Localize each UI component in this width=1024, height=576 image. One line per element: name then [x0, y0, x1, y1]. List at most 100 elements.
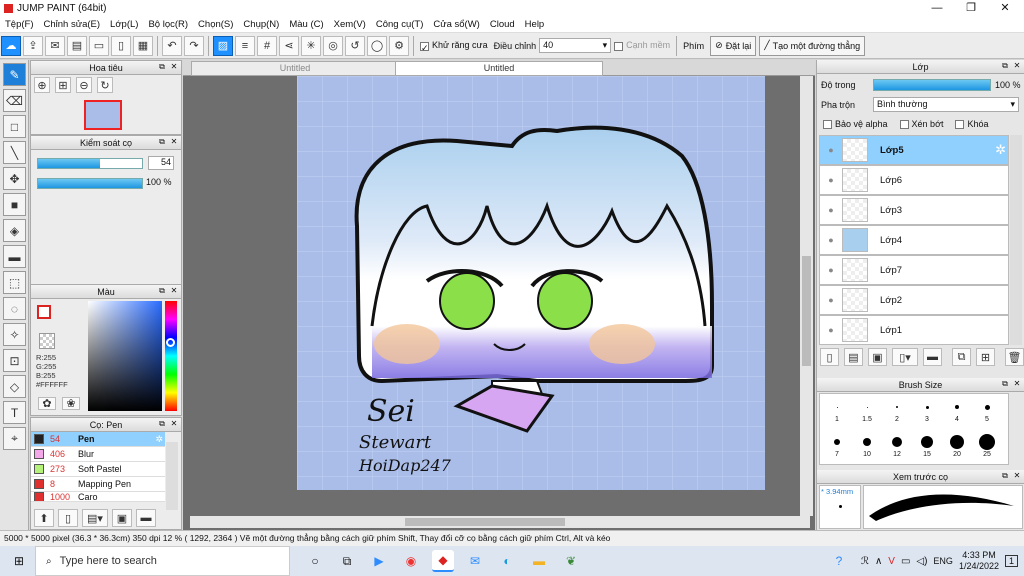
- visibility-icon[interactable]: ●: [820, 265, 842, 275]
- app-icon[interactable]: ❦: [560, 550, 582, 572]
- brush-size-option[interactable]: 15: [914, 433, 940, 458]
- redo-icon[interactable]: ↷: [184, 35, 204, 56]
- select-eraser-icon[interactable]: ◇: [3, 375, 26, 398]
- page-icon[interactable]: ▯: [111, 35, 131, 56]
- protect-alpha-checkbox[interactable]: Bảo vệ alpha: [823, 119, 888, 130]
- file-explorer-icon[interactable]: ▬: [528, 550, 550, 572]
- line-tool-icon[interactable]: ╲: [3, 141, 26, 164]
- brush-size-option[interactable]: 1: [824, 398, 850, 423]
- gear-icon[interactable]: ✲: [995, 142, 1006, 158]
- zoom-out-icon[interactable]: ⊖: [76, 77, 92, 93]
- fill-tool-icon[interactable]: ■: [3, 193, 26, 216]
- menu-window[interactable]: Cửa sổ(W): [428, 19, 484, 30]
- layer-row[interactable]: ● Lớp2: [819, 285, 1009, 315]
- menu-edit[interactable]: Chỉnh sửa(E): [39, 19, 106, 30]
- magic-wand-icon[interactable]: ✧: [3, 323, 26, 346]
- color-wheel-icon[interactable]: ✿: [38, 397, 56, 410]
- close-panel-icon[interactable]: ✕: [1012, 61, 1022, 71]
- close-panel-icon[interactable]: ✕: [1012, 471, 1022, 481]
- layer-row[interactable]: ● Lớp5 ✲: [819, 135, 1009, 165]
- merge-layer-icon[interactable]: ⊞: [976, 348, 995, 366]
- curve-ruler-icon[interactable]: ↺: [345, 35, 365, 56]
- float-icon[interactable]: ⧉: [157, 62, 167, 72]
- antivirus-icon[interactable]: V: [888, 556, 895, 567]
- tab-untitled-2[interactable]: Untitled: [395, 61, 603, 76]
- float-icon[interactable]: ⧉: [1000, 61, 1010, 71]
- float-icon[interactable]: ⧉: [1000, 379, 1010, 389]
- clock[interactable]: 4:33 PM 1/24/2022: [959, 550, 999, 572]
- brush-settings-icon[interactable]: ▣: [112, 509, 132, 527]
- duplicate-layer-icon[interactable]: ⧉: [952, 348, 971, 366]
- people-icon[interactable]: ℛ: [861, 556, 869, 567]
- brush-size-option[interactable]: 3: [914, 398, 940, 423]
- concentric-icon[interactable]: ◎: [323, 35, 343, 56]
- lasso-icon[interactable]: ◌: [3, 297, 26, 320]
- pen-item[interactable]: 8 Mapping Pen: [31, 477, 165, 492]
- settings-icon[interactable]: ⚙: [389, 35, 409, 56]
- brush-size-option[interactable]: 12: [884, 433, 910, 458]
- menu-file[interactable]: Tệp(F): [0, 19, 39, 30]
- menu-filter[interactable]: Bộ lọc(R): [143, 19, 193, 30]
- vertical-scrollbar[interactable]: [800, 76, 813, 516]
- new-layer-icon[interactable]: ▯: [820, 348, 839, 366]
- menu-capture[interactable]: Chụp(N): [238, 19, 284, 30]
- menu-cloud[interactable]: Cloud: [485, 19, 520, 30]
- reset-button[interactable]: ⊘ Đặt lại: [710, 35, 757, 56]
- close-panel-icon[interactable]: ✕: [1012, 379, 1022, 389]
- size-value[interactable]: 54: [148, 156, 174, 170]
- gear-icon[interactable]: ✲: [155, 434, 165, 445]
- pen-tool-icon[interactable]: ✎: [3, 63, 26, 86]
- brush-size-option[interactable]: 4: [944, 398, 970, 423]
- pen-item[interactable]: 1000 Caro: [31, 492, 165, 502]
- opacity-slider[interactable]: [37, 178, 143, 189]
- task-view-icon[interactable]: ⧉: [336, 550, 358, 572]
- network-icon[interactable]: ▭: [901, 556, 910, 567]
- navigator-thumbnail[interactable]: [84, 100, 122, 130]
- menu-color[interactable]: Màu (C): [284, 19, 328, 30]
- close-panel-icon[interactable]: ✕: [169, 286, 179, 296]
- brush-size-option[interactable]: 20: [944, 433, 970, 458]
- layer-menu-icon[interactable]: ▯▾: [892, 348, 918, 366]
- visibility-icon[interactable]: ●: [820, 235, 842, 245]
- smooth-checkbox[interactable]: Cạnh mềm: [614, 40, 670, 51]
- visibility-icon[interactable]: ●: [820, 145, 842, 155]
- menu-tools[interactable]: Công cụ(T): [371, 19, 429, 30]
- move-tool-icon[interactable]: ✥: [3, 167, 26, 190]
- chevron-up-icon[interactable]: ∧: [875, 556, 882, 567]
- visibility-icon[interactable]: ●: [820, 295, 842, 305]
- share-icon[interactable]: ⇪: [23, 35, 43, 56]
- jump-paint-taskbar-icon[interactable]: ◆: [432, 550, 454, 572]
- transparent-swatch[interactable]: [39, 333, 55, 349]
- grid-settings-icon[interactable]: ▦: [133, 35, 153, 56]
- visibility-icon[interactable]: ●: [820, 325, 842, 335]
- pen-list-scrollbar[interactable]: [166, 442, 178, 510]
- zoom-in-icon[interactable]: ⊕: [34, 77, 50, 93]
- menu-help[interactable]: Help: [520, 19, 550, 30]
- close-button[interactable]: ✕: [988, 0, 1022, 17]
- perspective-icon[interactable]: ⋖: [279, 35, 299, 56]
- brush-menu-icon[interactable]: ▤▾: [82, 509, 108, 527]
- cortana-icon[interactable]: ○: [304, 550, 326, 572]
- rotate-icon[interactable]: ↻: [97, 77, 113, 93]
- delete-layer-icon[interactable]: 🗑: [1005, 348, 1024, 366]
- brush-size-option[interactable]: 10: [854, 433, 880, 458]
- brush-size-option[interactable]: 2: [884, 398, 910, 423]
- pen-item[interactable]: 273 Soft Pastel: [31, 462, 165, 477]
- hue-slider[interactable]: [165, 301, 177, 411]
- volume-icon[interactable]: ◁): [916, 556, 927, 567]
- foreground-color-swatch[interactable]: [37, 305, 51, 319]
- windows-start-icon[interactable]: ⊞: [8, 550, 30, 572]
- mail-icon[interactable]: ✉: [464, 550, 486, 572]
- text-tool-icon[interactable]: T: [3, 401, 26, 424]
- menu-layer[interactable]: Lớp(L): [105, 19, 143, 30]
- new-halftone-layer-icon[interactable]: ▤: [844, 348, 863, 366]
- pen-item[interactable]: 406 Blur: [31, 447, 165, 462]
- eyedropper-icon[interactable]: ⌖: [3, 427, 26, 450]
- horizontal-scroll-thumb[interactable]: [405, 518, 565, 526]
- layer-row[interactable]: ● Lớp1: [819, 315, 1009, 345]
- layer-row[interactable]: ● Lớp6: [819, 165, 1009, 195]
- layer-folder-icon[interactable]: ▬: [923, 348, 942, 366]
- close-panel-icon[interactable]: ✕: [169, 419, 179, 429]
- restore-button[interactable]: ❐: [954, 0, 988, 17]
- parallel-lines-icon[interactable]: ≡: [235, 35, 255, 56]
